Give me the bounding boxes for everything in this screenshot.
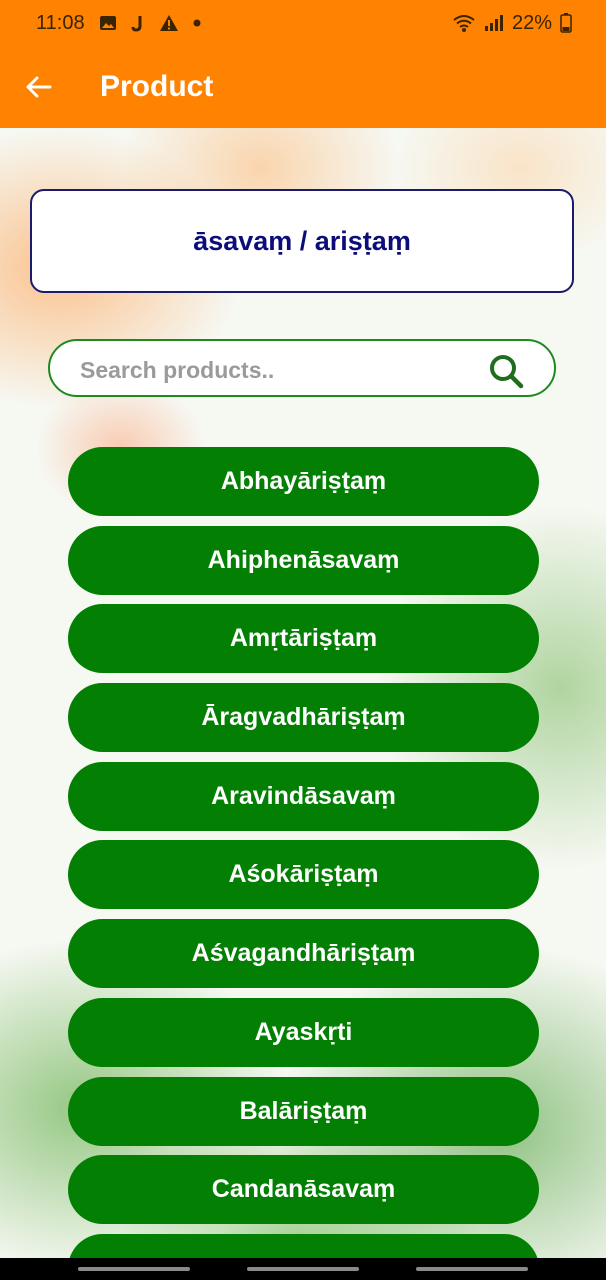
category-title: āsavaṃ / ariṣṭaṃ — [193, 225, 411, 256]
arrow-left-icon[interactable] — [22, 70, 56, 104]
nav-recent-button[interactable] — [78, 1267, 190, 1271]
product-list: Abhayāriṣṭaṃ Ahiphenāsavaṃ Amṛtāriṣṭaṃ Ā… — [68, 447, 539, 1258]
search-icon[interactable] — [488, 353, 524, 389]
app-bar: Product — [0, 46, 606, 128]
dot-icon — [193, 19, 201, 27]
page-title: Product — [100, 70, 214, 103]
system-nav-bar — [0, 1258, 606, 1280]
product-button[interactable]: Aśokāriṣṭaṃ — [68, 840, 539, 910]
search-input[interactable] — [78, 351, 472, 389]
status-bar: 11:08 22% — [0, 0, 606, 46]
product-button[interactable]: Ayaskṛti — [68, 997, 539, 1067]
search-box[interactable] — [48, 339, 556, 397]
content-area[interactable]: āsavaṃ / ariṣṭaṃ Abhayāriṣṭaṃ Ahiphenāsa… — [0, 128, 606, 1258]
category-card: āsavaṃ / ariṣṭaṃ — [30, 189, 574, 293]
nav-home-button[interactable] — [247, 1267, 359, 1271]
product-button[interactable]: Āragvadhāriṣṭaṃ — [68, 683, 539, 753]
status-time: 11:08 — [36, 11, 85, 34]
j-notification-icon — [131, 16, 142, 32]
product-button-partial[interactable] — [68, 1233, 539, 1258]
product-button[interactable]: Aśvagandhāriṣṭaṃ — [68, 919, 539, 989]
product-button[interactable]: Abhayāriṣṭaṃ — [68, 447, 539, 516]
signal-icon — [484, 15, 503, 31]
product-button[interactable]: Candanāsavaṃ — [68, 1155, 539, 1225]
product-button[interactable]: Balāriṣṭaṃ — [68, 1076, 539, 1146]
battery-percent: 22% — [511, 11, 552, 34]
product-button[interactable]: Aravindāsavaṃ — [68, 761, 539, 831]
product-button[interactable]: Ahiphenāsavaṃ — [68, 525, 539, 595]
product-button[interactable]: Amṛtāriṣṭaṃ — [68, 604, 539, 674]
battery-icon — [560, 13, 572, 33]
gallery-icon — [99, 16, 116, 30]
status-right: 22% — [452, 12, 572, 35]
warning-icon — [159, 15, 178, 31]
nav-back-button[interactable] — [416, 1267, 528, 1271]
wifi-icon — [453, 15, 475, 32]
status-left: 11:08 — [36, 12, 201, 35]
